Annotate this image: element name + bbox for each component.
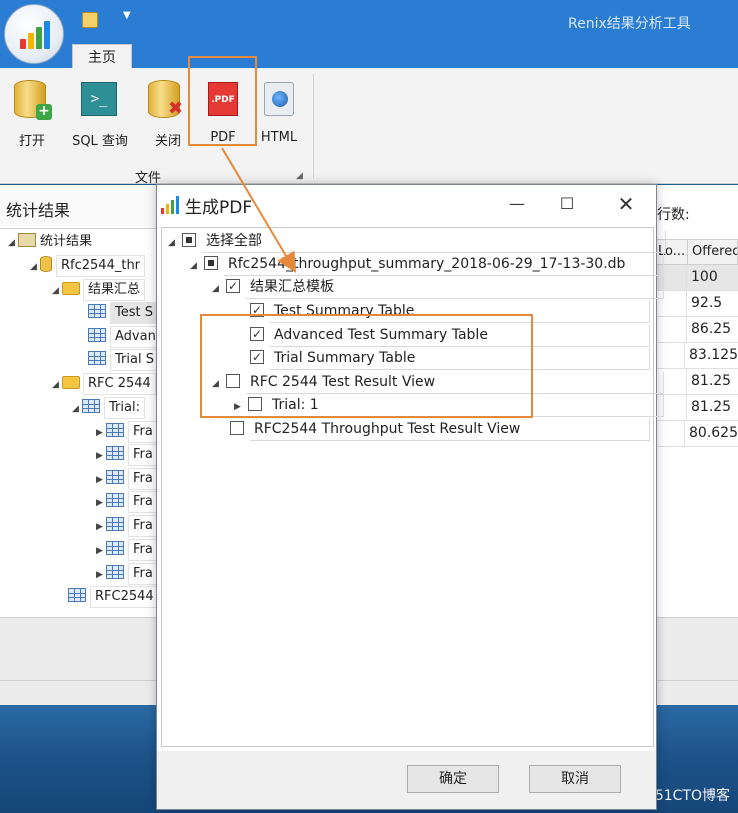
tree-node-frame[interactable]: ▶ Fra <box>96 539 158 561</box>
table-icon <box>106 493 124 507</box>
tree-row-throughput-view[interactable]: RFC2544 Throughput Test Result View <box>230 418 650 441</box>
generate-pdf-dialog: 生成PDF — ☐ ✕ ◢ 选择全部 ◢ Rfc2544_throughput_su… <box>156 184 666 810</box>
dialog-title: 生成PDF <box>185 198 253 218</box>
html-label: HTML <box>260 130 298 145</box>
tree-row-db[interactable]: ◢ Rfc2544_throughput_summary_2018-06-29_1… <box>190 253 664 276</box>
sql-query-label: SQL 查询 <box>72 134 128 149</box>
tree-node-db[interactable]: ◢ Rfc2544_thr <box>30 255 146 277</box>
close-button[interactable]: ✖ 关闭 <box>142 76 194 156</box>
throughput-view-checkbox[interactable] <box>230 421 244 435</box>
open-label: 打开 <box>18 134 45 149</box>
sql-icon: >_ <box>81 82 117 116</box>
table-icon <box>106 565 124 579</box>
sql-query-button[interactable]: >_ SQL 查询 <box>64 76 136 156</box>
data-grid: Lo... Offered 100 92.5 86.25 83.125 81.2… <box>655 239 738 447</box>
title-bar: ▼ Renix结果分析工具 主页 <box>0 0 738 70</box>
app-title: Renix结果分析工具 <box>568 16 691 32</box>
group-launcher-icon[interactable]: ◢ <box>296 171 303 181</box>
table-icon <box>106 423 124 437</box>
dialog-titlebar[interactable]: 生成PDF — ☐ ✕ <box>157 185 656 223</box>
tree-node-frame[interactable]: ▶ Fra <box>96 444 158 466</box>
table-icon <box>88 304 106 318</box>
template-checkbox[interactable] <box>226 279 240 293</box>
table-icon <box>88 351 106 365</box>
table-icon <box>88 328 106 342</box>
tree-row-template[interactable]: ◢结果汇总模板 <box>212 276 664 299</box>
template-highlight-box <box>200 314 533 418</box>
table-icon <box>106 541 124 555</box>
tree-node-frame[interactable]: ▶ Fra <box>96 563 158 585</box>
select-all-checkbox[interactable] <box>182 233 196 247</box>
rows-count-label: 行数: <box>657 207 690 223</box>
tree-node-frame[interactable]: ▶ Fra <box>96 468 158 490</box>
tree-node-frame[interactable]: ▶ Fra <box>96 515 158 537</box>
table-row[interactable]: 92.5 <box>655 291 738 317</box>
table-icon <box>106 517 124 531</box>
tree-node-template[interactable]: ◢ 结果汇总 <box>52 279 146 301</box>
tab-home[interactable]: 主页 <box>72 44 132 70</box>
pdf-content-tree: ◢ 选择全部 ◢ Rfc2544_throughput_summary_2018-0… <box>161 227 666 747</box>
table-icon <box>82 399 100 413</box>
results-tree-panel: 统计结果 ◢ 统计结果 ◢ Rfc2544_thr ◢ 结果汇总 Test S Adv… <box>0 185 161 617</box>
tree-node-trial[interactable]: ◢ Trial: <box>72 397 145 419</box>
ribbon-group-separator <box>313 74 314 178</box>
tree-node-test-summary[interactable]: Test S <box>88 302 158 324</box>
table-row[interactable]: 83.125 <box>655 343 738 369</box>
minimize-button[interactable]: — <box>500 189 534 219</box>
table-row[interactable]: 81.25 <box>655 369 738 395</box>
tree-node-frame[interactable]: ▶ Fra <box>96 491 158 513</box>
table-icon <box>106 470 124 484</box>
tree-row-select-all[interactable]: ◢ 选择全部 <box>168 230 666 253</box>
dialog-footer: 确定 取消 <box>157 751 656 809</box>
column-header[interactable]: Offered <box>688 240 737 264</box>
grid-header: Lo... Offered <box>655 239 738 265</box>
ribbon: + 打开 >_ SQL 查询 ✖ 关闭 .PDF PDF HTML <box>0 68 738 184</box>
panel-title: 统计结果 <box>6 201 71 220</box>
table-icon <box>68 588 86 602</box>
html-icon <box>264 82 294 116</box>
database-icon <box>40 256 52 272</box>
html-button[interactable]: HTML <box>254 76 304 156</box>
close-dialog-button[interactable]: ✕ <box>609 189 643 219</box>
folder-icon <box>62 376 80 389</box>
data-grid-panel: 行数: Lo... Offered 100 92.5 86.25 83.125 … <box>655 185 738 617</box>
quick-access-dropdown-icon[interactable]: ▼ <box>123 10 131 21</box>
close-label: 关闭 <box>154 134 181 149</box>
pdf-highlight-box <box>188 56 257 146</box>
table-row[interactable]: 86.25 <box>655 317 738 343</box>
quick-access-icon[interactable] <box>82 12 98 28</box>
table-icon <box>106 446 124 460</box>
table-row[interactable]: 100 <box>655 265 738 291</box>
tree-node-rfc-folder[interactable]: ◢ RFC 2544 <box>52 373 156 395</box>
tree-node-frame[interactable]: ▶ Fra <box>96 421 158 443</box>
cancel-button[interactable]: 取消 <box>529 765 621 793</box>
db-checkbox[interactable] <box>204 256 218 270</box>
folder-icon <box>62 282 80 295</box>
panel-header: 统计结果 <box>0 185 158 229</box>
table-row[interactable]: 80.625 <box>655 421 738 447</box>
app-orb-icon[interactable] <box>4 4 64 64</box>
chart-icon <box>161 196 179 214</box>
table-row[interactable]: 81.25 <box>655 395 738 421</box>
root-icon <box>18 233 36 247</box>
open-button[interactable]: + 打开 <box>6 76 58 156</box>
tree-node-rfc-view[interactable]: RFC2544 <box>68 586 159 608</box>
maximize-button[interactable]: ☐ <box>550 189 584 219</box>
tree-node-trial-summary[interactable]: Trial S <box>88 349 159 371</box>
ok-button[interactable]: 确定 <box>407 765 499 793</box>
tree-node-root[interactable]: ◢ 统计结果 <box>8 231 92 253</box>
tree-node-advanced[interactable]: Advan <box>88 326 161 348</box>
